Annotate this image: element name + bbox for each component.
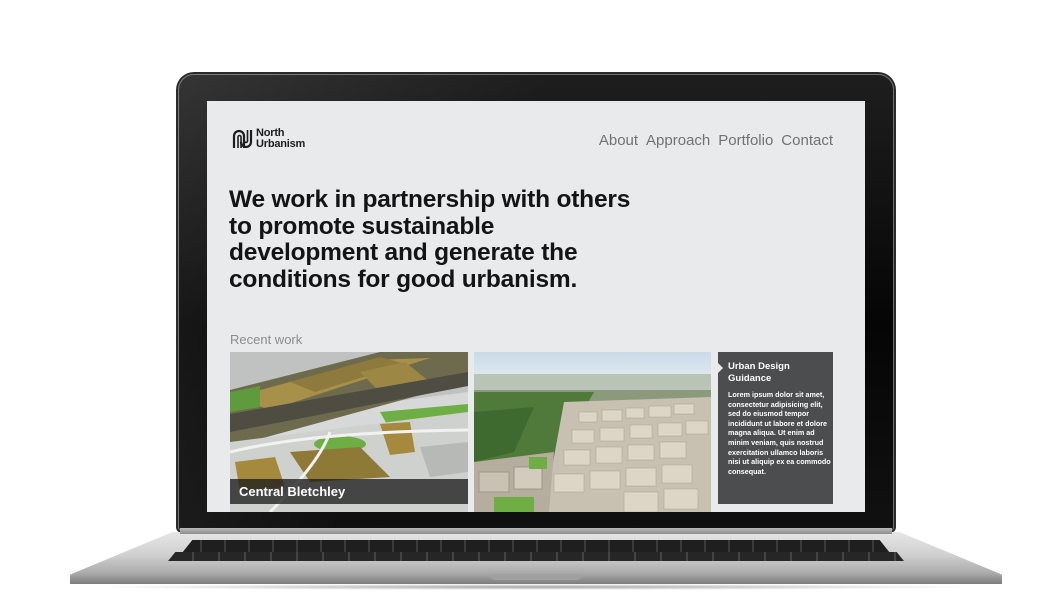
keyboard-row-front <box>168 552 904 561</box>
work-card-urban-design-guidance[interactable]: Urban Design Guidance Lorem ipsum dolor … <box>718 352 833 512</box>
website-screen: North Urbanism About Approach Portfolio … <box>207 101 865 512</box>
laptop-hinge <box>180 528 892 534</box>
work-card-city-render[interactable] <box>474 352 711 512</box>
city-aerial-image <box>474 352 711 512</box>
laptop-thumb-notch <box>490 574 582 580</box>
work-card-central-bletchley[interactable]: Central Bletchley <box>230 352 468 512</box>
hero-headline: We work in partnership with others to pr… <box>229 186 631 293</box>
nav-contact[interactable]: Contact <box>781 132 833 149</box>
logo-line-2: Urbanism <box>256 138 306 150</box>
panel-bottom-strip <box>718 504 833 512</box>
brand-logo[interactable]: North Urbanism <box>232 128 305 150</box>
recent-work-label: Recent work <box>230 332 303 347</box>
panel-pointer <box>718 362 723 374</box>
logo-mark-icon <box>232 129 253 149</box>
nav-portfolio[interactable]: Portfolio <box>718 132 773 149</box>
nav-approach[interactable]: Approach <box>646 132 710 149</box>
laptop-shadow <box>90 584 982 590</box>
logo-text: North Urbanism <box>256 128 305 150</box>
card-title: Urban Design Guidance <box>728 361 790 384</box>
laptop-base <box>70 528 1002 590</box>
nav-about[interactable]: About <box>599 132 638 149</box>
main-nav: About Approach Portfolio Contact <box>599 132 833 149</box>
card-body: Lorem ipsum dolor sit amet, consectetur … <box>728 390 831 476</box>
card-caption: Central Bletchley <box>230 479 468 504</box>
